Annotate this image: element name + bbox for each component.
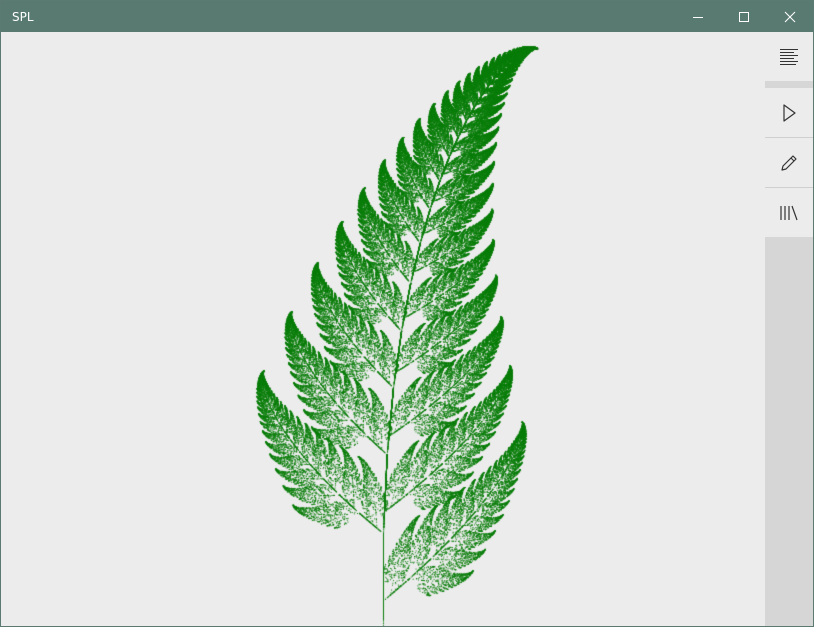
sidebar-align-button[interactable] — [765, 32, 813, 81]
sidebar-gap — [765, 81, 813, 88]
sidebar-run-button[interactable] — [765, 88, 813, 137]
play-icon — [779, 103, 799, 123]
close-button[interactable] — [767, 1, 813, 32]
minimize-button[interactable] — [675, 1, 721, 32]
sidebar-edit-button[interactable] — [765, 138, 813, 187]
sidebar-library-button[interactable] — [765, 188, 813, 237]
minimize-icon — [692, 11, 704, 23]
title-bar[interactable]: SPL — [1, 1, 813, 32]
sidebar — [765, 32, 813, 626]
drawing-canvas-area[interactable] — [1, 32, 765, 626]
maximize-icon — [738, 11, 750, 23]
maximize-button[interactable] — [721, 1, 767, 32]
close-icon — [784, 11, 796, 23]
align-text-icon — [778, 47, 800, 67]
app-window: SPL — [0, 0, 814, 627]
library-icon — [778, 203, 800, 223]
window-title: SPL — [12, 10, 34, 24]
pencil-icon — [778, 152, 800, 174]
fern-fractal-canvas[interactable] — [1, 32, 765, 626]
